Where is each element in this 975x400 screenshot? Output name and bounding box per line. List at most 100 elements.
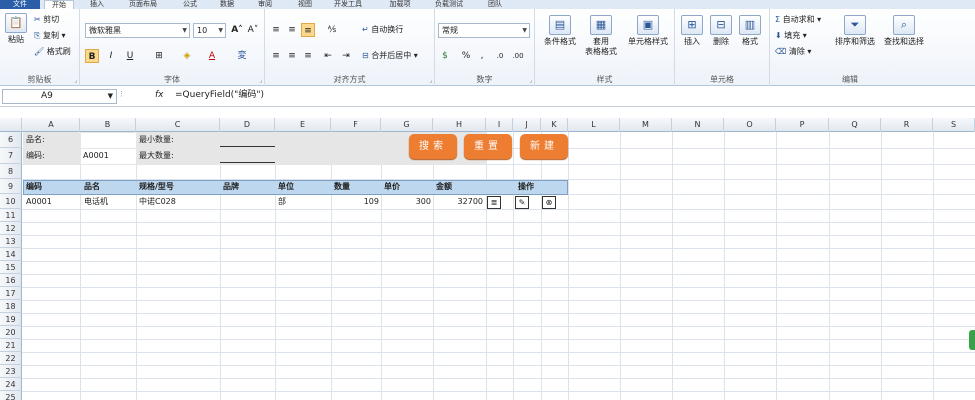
- wrap-text-button[interactable]: ↵ 自动换行: [362, 24, 403, 36]
- row-header[interactable]: 14: [0, 248, 22, 261]
- border-icon[interactable]: ⊞: [152, 49, 166, 63]
- row-header[interactable]: 15: [0, 261, 22, 274]
- tab-review[interactable]: 审阅: [250, 0, 280, 9]
- decrease-decimal-icon[interactable]: .00: [511, 49, 525, 63]
- formula-bar-handle[interactable]: ⁝: [120, 90, 123, 100]
- copy-button[interactable]: ⎘ 复制 ▾: [34, 30, 66, 42]
- name-box[interactable]: A9 ▼: [2, 89, 117, 104]
- row-header[interactable]: 12: [0, 222, 22, 235]
- increase-indent-icon[interactable]: ⇥: [339, 49, 353, 63]
- tab-load-test[interactable]: 负载测试: [425, 0, 473, 9]
- min-qty-underline[interactable]: [220, 146, 275, 147]
- bold-button[interactable]: B: [85, 49, 99, 63]
- row-header[interactable]: 16: [0, 274, 22, 287]
- reset-button[interactable]: 重置: [464, 134, 512, 159]
- increase-decimal-icon[interactable]: .0: [493, 49, 507, 63]
- view-detail-icon[interactable]: ≣: [487, 196, 501, 209]
- tab-insert[interactable]: 插入: [82, 0, 112, 9]
- paste-button[interactable]: 📋 粘贴: [3, 13, 29, 45]
- max-qty-underline[interactable]: [220, 162, 275, 163]
- font-size-select[interactable]: 10 ▼: [193, 23, 226, 38]
- align-right-icon[interactable]: ≡: [301, 49, 315, 63]
- row-header[interactable]: 10: [0, 194, 22, 209]
- phonetic-icon[interactable]: 変: [235, 49, 249, 63]
- row-price[interactable]: 300: [382, 196, 433, 208]
- delete-row-icon[interactable]: ⊗: [542, 196, 556, 209]
- row-header[interactable]: 6: [0, 132, 22, 148]
- column-header[interactable]: N: [672, 118, 724, 132]
- tab-formulas[interactable]: 公式: [175, 0, 205, 9]
- underline-button[interactable]: U: [123, 49, 137, 63]
- clear-button[interactable]: ⌫ 清除 ▾: [775, 46, 811, 58]
- shrink-font-button[interactable]: A˅: [246, 23, 260, 37]
- row-unit[interactable]: 部: [276, 196, 286, 208]
- column-header[interactable]: G: [381, 118, 433, 132]
- column-header[interactable]: C: [136, 118, 220, 132]
- column-header[interactable]: R: [881, 118, 933, 132]
- column-header[interactable]: I: [486, 118, 513, 132]
- align-bottom-icon[interactable]: ≡: [301, 23, 315, 37]
- column-header[interactable]: F: [331, 118, 381, 132]
- row-spec[interactable]: 中诺C028: [137, 196, 176, 208]
- cut-button[interactable]: ✂ 剪切: [34, 14, 59, 26]
- find-select-button[interactable]: ⌕ 查找和选择: [880, 15, 928, 47]
- formula-input[interactable]: =QueryField("编码"): [175, 89, 264, 102]
- search-button[interactable]: 搜索: [409, 134, 457, 159]
- row-header[interactable]: 21: [0, 339, 22, 352]
- conditional-format-button[interactable]: ▤ 条件格式: [539, 15, 581, 47]
- row-header[interactable]: 7: [0, 148, 22, 164]
- font-color-icon[interactable]: A: [205, 49, 219, 63]
- edit-row-icon[interactable]: ✎: [515, 196, 529, 209]
- delete-button[interactable]: ⊟ 删除: [707, 15, 735, 47]
- column-header[interactable]: K: [541, 118, 568, 132]
- sort-filter-button[interactable]: ⏷ 排序和筛选: [832, 15, 878, 47]
- column-header[interactable]: Q: [829, 118, 881, 132]
- column-header[interactable]: L: [568, 118, 620, 132]
- row-header[interactable]: 11: [0, 209, 22, 222]
- currency-icon[interactable]: $: [438, 49, 452, 63]
- fill-button[interactable]: ⬇ 填充 ▾: [775, 30, 807, 42]
- column-header[interactable]: H: [433, 118, 486, 132]
- cell-styles-button[interactable]: ▣ 单元格样式: [623, 15, 673, 47]
- row-header[interactable]: 13: [0, 235, 22, 248]
- name-input-cell[interactable]: [81, 133, 136, 148]
- format-button[interactable]: ▥ 格式: [736, 15, 764, 47]
- tab-addins[interactable]: 加载项: [380, 0, 420, 9]
- row-header[interactable]: 24: [0, 378, 22, 391]
- row-name[interactable]: 电话机: [82, 196, 108, 208]
- row-header[interactable]: 22: [0, 352, 22, 365]
- align-middle-icon[interactable]: ≡: [285, 23, 299, 37]
- align-top-icon[interactable]: ≡: [269, 23, 283, 37]
- row-header[interactable]: 17: [0, 287, 22, 300]
- side-scroll-handle[interactable]: [969, 330, 975, 350]
- tab-home[interactable]: 开始: [44, 0, 74, 9]
- column-header[interactable]: S: [933, 118, 975, 132]
- row-header[interactable]: 25: [0, 391, 22, 400]
- number-format-select[interactable]: 常规 ▼: [438, 23, 530, 38]
- italic-button[interactable]: I: [104, 49, 118, 63]
- tab-developer[interactable]: 开发工具: [328, 0, 368, 9]
- row-header[interactable]: 8: [0, 164, 22, 179]
- row-header[interactable]: 23: [0, 365, 22, 378]
- insert-button[interactable]: ⊞ 插入: [678, 15, 706, 47]
- format-as-table-button[interactable]: ▦ 套用 表格格式: [579, 15, 623, 57]
- merge-center-button[interactable]: ⊟ 合并后居中 ▾: [362, 50, 418, 62]
- decrease-indent-icon[interactable]: ⇤: [321, 49, 335, 63]
- column-header[interactable]: D: [220, 118, 275, 132]
- column-header[interactable]: B: [80, 118, 136, 132]
- column-header[interactable]: E: [275, 118, 331, 132]
- column-header[interactable]: M: [620, 118, 672, 132]
- row-qty[interactable]: 109: [332, 196, 381, 208]
- dialog-launcher-icon[interactable]: ⌟: [74, 77, 77, 84]
- code-value[interactable]: A0001: [81, 150, 109, 162]
- fill-color-icon[interactable]: ◈: [180, 49, 194, 63]
- dialog-launcher-icon[interactable]: ⌟: [429, 77, 432, 84]
- align-center-icon[interactable]: ≡: [285, 49, 299, 63]
- new-button[interactable]: 新建: [520, 134, 568, 159]
- tab-page-layout[interactable]: 页面布局: [118, 0, 168, 9]
- grow-font-button[interactable]: A˄: [230, 23, 244, 37]
- row-header[interactable]: 18: [0, 300, 22, 313]
- row-amount[interactable]: 32700: [434, 196, 485, 208]
- column-header[interactable]: P: [776, 118, 829, 132]
- row-header[interactable]: 20: [0, 326, 22, 339]
